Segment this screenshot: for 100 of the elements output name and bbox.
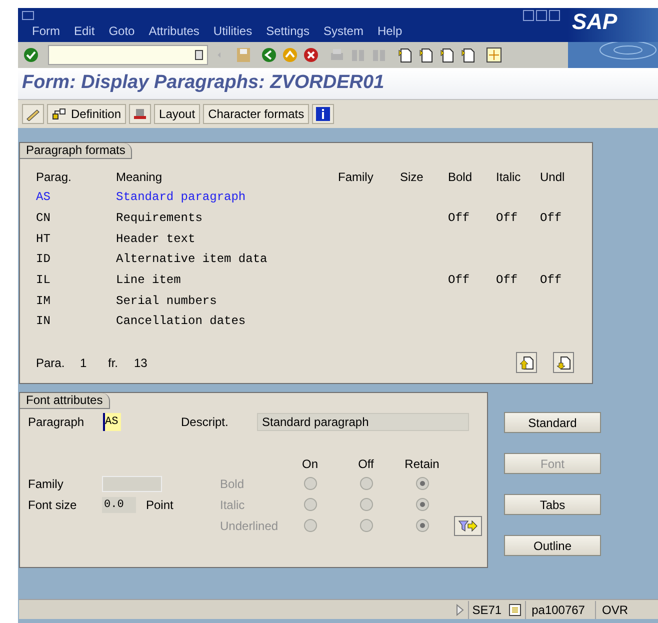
side-button[interactable]: Tabs (504, 494, 601, 515)
column-header: Size (400, 170, 424, 184)
family-label: Family (28, 476, 64, 492)
style-label: Underlined (220, 518, 280, 534)
command-field[interactable] (48, 45, 208, 65)
last-page-icon[interactable] (459, 46, 477, 64)
group-title: Font attributes (20, 393, 110, 409)
stamp-button[interactable] (129, 104, 152, 124)
table-cell: IM (36, 294, 50, 308)
description-field: Standard paragraph (257, 413, 469, 431)
column-header: Parag. (36, 170, 72, 184)
para-label: Para. (36, 354, 66, 372)
table-cell: Off (448, 273, 470, 288)
stamp-icon (132, 107, 148, 121)
font-size-field: 0.0 (102, 496, 136, 512)
table-cell: Line item (116, 273, 181, 288)
table-cell: Requirements (116, 211, 202, 226)
back-icon[interactable] (260, 46, 278, 64)
menu-item[interactable]: Goto (108, 22, 135, 40)
column-header: Family (338, 170, 374, 184)
table-cell: IN (36, 314, 50, 328)
maximize-icon[interactable] (536, 10, 547, 20)
filter-arrow-icon (458, 520, 478, 532)
table-row[interactable]: AS Standard paragraph (20, 187, 592, 208)
info-button[interactable] (312, 104, 334, 124)
check-icon[interactable] (22, 46, 40, 64)
column-header: Retain (404, 457, 440, 471)
table-cell: Off (496, 211, 518, 226)
close-icon[interactable] (549, 10, 560, 20)
page-up-icon (520, 355, 534, 370)
column-header: Undl (540, 170, 565, 184)
para-total: 13 (134, 354, 148, 372)
table-cell: Serial numbers (116, 294, 217, 308)
table-cell: Off (540, 273, 562, 288)
triangle-right-icon[interactable] (456, 604, 464, 616)
table-cell: Header text (116, 232, 196, 246)
unit-label: Point (146, 496, 174, 514)
next-page-icon[interactable] (438, 46, 456, 64)
minimize-icon[interactable] (523, 10, 534, 20)
descript-label: Descript. (181, 414, 230, 431)
menu-item[interactable]: Attributes (148, 22, 200, 40)
display-change-button[interactable] (22, 104, 44, 124)
definition-button[interactable]: Definition (47, 104, 126, 124)
dropdown-icon[interactable] (195, 50, 203, 60)
window-menu-icon[interactable] (22, 10, 34, 20)
info-icon (316, 107, 330, 121)
table-cell: ID (36, 252, 50, 266)
sap-logo: SAP (572, 11, 618, 33)
table-cell: HT (36, 232, 50, 246)
style-label: Bold (220, 476, 246, 492)
table-cell: IL (36, 273, 50, 288)
column-header: Meaning (116, 170, 162, 184)
side-button[interactable]: Outline (504, 535, 601, 556)
table-cell: Cancellation dates (116, 314, 246, 328)
server-name: pa100767 (524, 600, 591, 618)
table-cell: CN (36, 211, 50, 226)
paragraph-label: Paragraph (28, 414, 86, 431)
filter-button[interactable] (454, 516, 482, 536)
table-cell: AS (36, 190, 50, 204)
transaction-code: SE71 (468, 600, 505, 618)
menu-item[interactable]: System (323, 22, 364, 40)
para-current: 1 (80, 354, 88, 372)
family-field (102, 476, 162, 492)
column-header: Bold (448, 170, 472, 184)
table-row[interactable]: IM Serial numbers (20, 290, 592, 312)
screen-title: Form: Display Paragraphs: ZVORDER01 (22, 71, 384, 96)
menu-item[interactable]: Utilities (213, 22, 252, 40)
table-row[interactable]: CN Requirements Off Off Off (20, 208, 592, 228)
page-down-button[interactable] (553, 352, 574, 373)
page-up-button[interactable] (516, 352, 537, 373)
menu-item[interactable]: Settings (266, 22, 310, 40)
paragraph-field[interactable]: AS (103, 413, 121, 431)
cancel-icon[interactable] (302, 46, 320, 64)
first-page-icon[interactable] (396, 46, 414, 64)
style-label: Italic (220, 496, 246, 514)
toolbar-button[interactable]: Character formats (203, 104, 310, 124)
page-down-icon (556, 355, 570, 370)
of-label: fr. (108, 354, 120, 372)
menu-item[interactable]: Form (32, 22, 60, 40)
menu-item[interactable]: Help (377, 22, 402, 40)
column-header: On (302, 457, 318, 471)
table-cell: Alternative item data (116, 252, 268, 266)
group-title: Paragraph formats (20, 143, 132, 159)
font-size-label: Font size (28, 496, 78, 514)
table-row[interactable]: ID Alternative item data (20, 249, 592, 270)
side-button[interactable]: Standard (504, 412, 601, 433)
hierarchy-icon (52, 107, 66, 121)
column-header: Italic (496, 170, 521, 184)
toolbar-button[interactable]: Layout (154, 104, 200, 124)
table-cell: Off (448, 211, 470, 226)
table-row[interactable]: HT Header text (20, 228, 592, 250)
previous-page-icon[interactable] (417, 46, 435, 64)
table-row[interactable]: IL Line item Off Off Off (20, 270, 592, 290)
table-cell: Standard paragraph (116, 190, 246, 204)
table-cell: Off (496, 273, 518, 288)
input-mode: OVR (594, 600, 634, 618)
list-icon[interactable] (508, 604, 521, 616)
table-row[interactable]: IN Cancellation dates (20, 311, 592, 332)
menu-item[interactable]: Edit (74, 22, 95, 40)
table-cell: Off (540, 211, 562, 226)
